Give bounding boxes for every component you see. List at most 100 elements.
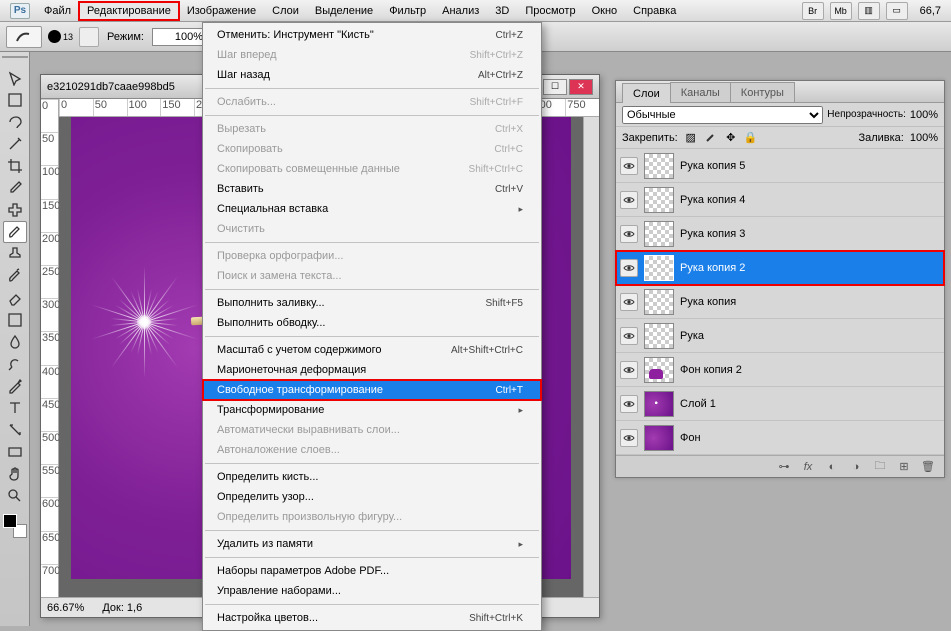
- visibility-icon[interactable]: [620, 293, 638, 311]
- layer-name[interactable]: Рука копия 5: [680, 160, 940, 172]
- layer-thumbnail[interactable]: [644, 323, 674, 349]
- maximize-button[interactable]: ☐: [543, 79, 567, 95]
- lock-position-icon[interactable]: ✥: [724, 131, 738, 145]
- layer-name[interactable]: Фон: [680, 432, 940, 444]
- menu-окно[interactable]: Окно: [584, 2, 626, 20]
- foreground-swatch[interactable]: [3, 514, 17, 528]
- layer-name[interactable]: Рука копия 4: [680, 194, 940, 206]
- visibility-icon[interactable]: [620, 361, 638, 379]
- visibility-icon[interactable]: [620, 327, 638, 345]
- layer-thumbnail[interactable]: [644, 289, 674, 315]
- lock-pixels-icon[interactable]: [704, 131, 718, 145]
- layer-name[interactable]: Фон копия 2: [680, 364, 940, 376]
- brush-tool[interactable]: [3, 221, 27, 243]
- pen-tool[interactable]: [3, 375, 27, 397]
- visibility-icon[interactable]: [620, 191, 638, 209]
- rect-tool[interactable]: [3, 441, 27, 463]
- layer-row[interactable]: Рука копия 2: [616, 251, 944, 285]
- visibility-icon[interactable]: [620, 225, 638, 243]
- menu-3d[interactable]: 3D: [487, 2, 517, 20]
- zoom-display[interactable]: 66,7: [914, 5, 947, 17]
- layer-thumbnail[interactable]: [644, 221, 674, 247]
- layer-row[interactable]: Фон копия 2: [616, 353, 944, 387]
- adjustment-icon[interactable]: ◑: [848, 460, 864, 474]
- opacity-value[interactable]: 100%: [152, 28, 206, 46]
- path-tool[interactable]: [3, 419, 27, 441]
- type-tool[interactable]: [3, 397, 27, 419]
- brush-panel-icon[interactable]: [79, 27, 99, 47]
- visibility-icon[interactable]: [620, 395, 638, 413]
- layer-thumbnail[interactable]: [644, 153, 674, 179]
- menuitem-отменить-инструмент-кисть-[interactable]: Отменить: Инструмент "Кисть"Ctrl+Z: [203, 25, 541, 45]
- color-swatches[interactable]: [3, 514, 27, 538]
- menuitem-удалить-из-памяти[interactable]: Удалить из памяти: [203, 534, 541, 554]
- menu-справка[interactable]: Справка: [625, 2, 684, 20]
- menuitem-шаг-назад[interactable]: Шаг назадAlt+Ctrl+Z: [203, 65, 541, 85]
- tool-preset-picker[interactable]: [6, 26, 42, 48]
- link-layers-icon[interactable]: ⊶: [776, 460, 792, 474]
- layer-name[interactable]: Рука копия 2: [680, 262, 940, 274]
- menuitem-настройка-цветов-[interactable]: Настройка цветов...Shift+Ctrl+K: [203, 608, 541, 628]
- toolbox-handle[interactable]: [2, 56, 28, 64]
- panel-tab-каналы[interactable]: Каналы: [670, 82, 731, 102]
- new-layer-icon[interactable]: ⊞: [896, 460, 912, 474]
- move-tool[interactable]: [3, 67, 27, 89]
- layer-name[interactable]: Слой 1: [680, 398, 940, 410]
- mask-icon[interactable]: ◐: [824, 460, 840, 474]
- blend-mode-select[interactable]: Обычные: [622, 106, 823, 124]
- fx-icon[interactable]: fx: [800, 460, 816, 474]
- menu-анализ[interactable]: Анализ: [434, 2, 487, 20]
- zoom-tool[interactable]: [3, 485, 27, 507]
- screenmode-icon[interactable]: ▭: [886, 2, 908, 20]
- vertical-ruler[interactable]: 0501001502002503003504004505005506006507…: [41, 99, 59, 597]
- layer-name[interactable]: Рука копия: [680, 296, 940, 308]
- menuitem-свободное-трансформирование[interactable]: Свободное трансформированиеCtrl+T: [203, 380, 541, 400]
- eraser-tool[interactable]: [3, 287, 27, 309]
- dodge-tool[interactable]: [3, 353, 27, 375]
- menuitem-трансформирование[interactable]: Трансформирование: [203, 400, 541, 420]
- crop-tool[interactable]: [3, 155, 27, 177]
- marquee-tool[interactable]: [3, 89, 27, 111]
- brush-preview[interactable]: 13: [48, 30, 73, 43]
- menuitem-марионеточная-деформация[interactable]: Марионеточная деформация: [203, 360, 541, 380]
- menuitem-вставить[interactable]: ВставитьCtrl+V: [203, 179, 541, 199]
- stamp-tool[interactable]: [3, 243, 27, 265]
- layer-row[interactable]: Рука копия 3: [616, 217, 944, 251]
- layer-row[interactable]: Рука копия: [616, 285, 944, 319]
- layer-thumbnail[interactable]: [644, 391, 674, 417]
- visibility-icon[interactable]: [620, 259, 638, 277]
- minibridge-icon[interactable]: Mb: [830, 2, 852, 20]
- menu-выделение[interactable]: Выделение: [307, 2, 381, 20]
- blur-tool[interactable]: [3, 331, 27, 353]
- lasso-tool[interactable]: [3, 111, 27, 133]
- menuitem-масштаб-с-учетом-содержимого[interactable]: Масштаб с учетом содержимогоAlt+Shift+Ct…: [203, 340, 541, 360]
- group-icon[interactable]: 🗀: [872, 460, 888, 474]
- hand-tool[interactable]: [3, 463, 27, 485]
- close-button[interactable]: ✕: [569, 79, 593, 95]
- menuitem-управление-наборами-[interactable]: Управление наборами...: [203, 581, 541, 601]
- visibility-icon[interactable]: [620, 429, 638, 447]
- lock-transparency-icon[interactable]: ▨: [684, 131, 698, 145]
- layer-name[interactable]: Рука: [680, 330, 940, 342]
- menu-фильтр[interactable]: Фильтр: [381, 2, 434, 20]
- layer-thumbnail[interactable]: [644, 255, 674, 281]
- layer-row[interactable]: Слой 1: [616, 387, 944, 421]
- menu-слои[interactable]: Слои: [264, 2, 307, 20]
- menuitem-выполнить-обводку-[interactable]: Выполнить обводку...: [203, 313, 541, 333]
- bridge-icon[interactable]: Br: [802, 2, 824, 20]
- menuitem-определить-кисть-[interactable]: Определить кисть...: [203, 467, 541, 487]
- menuitem-определить-узор-[interactable]: Определить узор...: [203, 487, 541, 507]
- vertical-scrollbar[interactable]: [583, 117, 599, 597]
- menu-просмотр[interactable]: Просмотр: [517, 2, 583, 20]
- history-tool[interactable]: [3, 265, 27, 287]
- menu-редактирование[interactable]: Редактирование: [79, 2, 179, 20]
- layer-thumbnail[interactable]: [644, 425, 674, 451]
- filmstrip-icon[interactable]: ▥: [858, 2, 880, 20]
- lock-all-icon[interactable]: 🔒: [744, 131, 758, 145]
- menuitem-выполнить-заливку-[interactable]: Выполнить заливку...Shift+F5: [203, 293, 541, 313]
- layer-thumbnail[interactable]: [644, 357, 674, 383]
- menu-изображение[interactable]: Изображение: [179, 2, 264, 20]
- layer-name[interactable]: Рука копия 3: [680, 228, 940, 240]
- menu-файл[interactable]: Файл: [36, 2, 79, 20]
- layer-opacity-value[interactable]: 100%: [910, 109, 938, 121]
